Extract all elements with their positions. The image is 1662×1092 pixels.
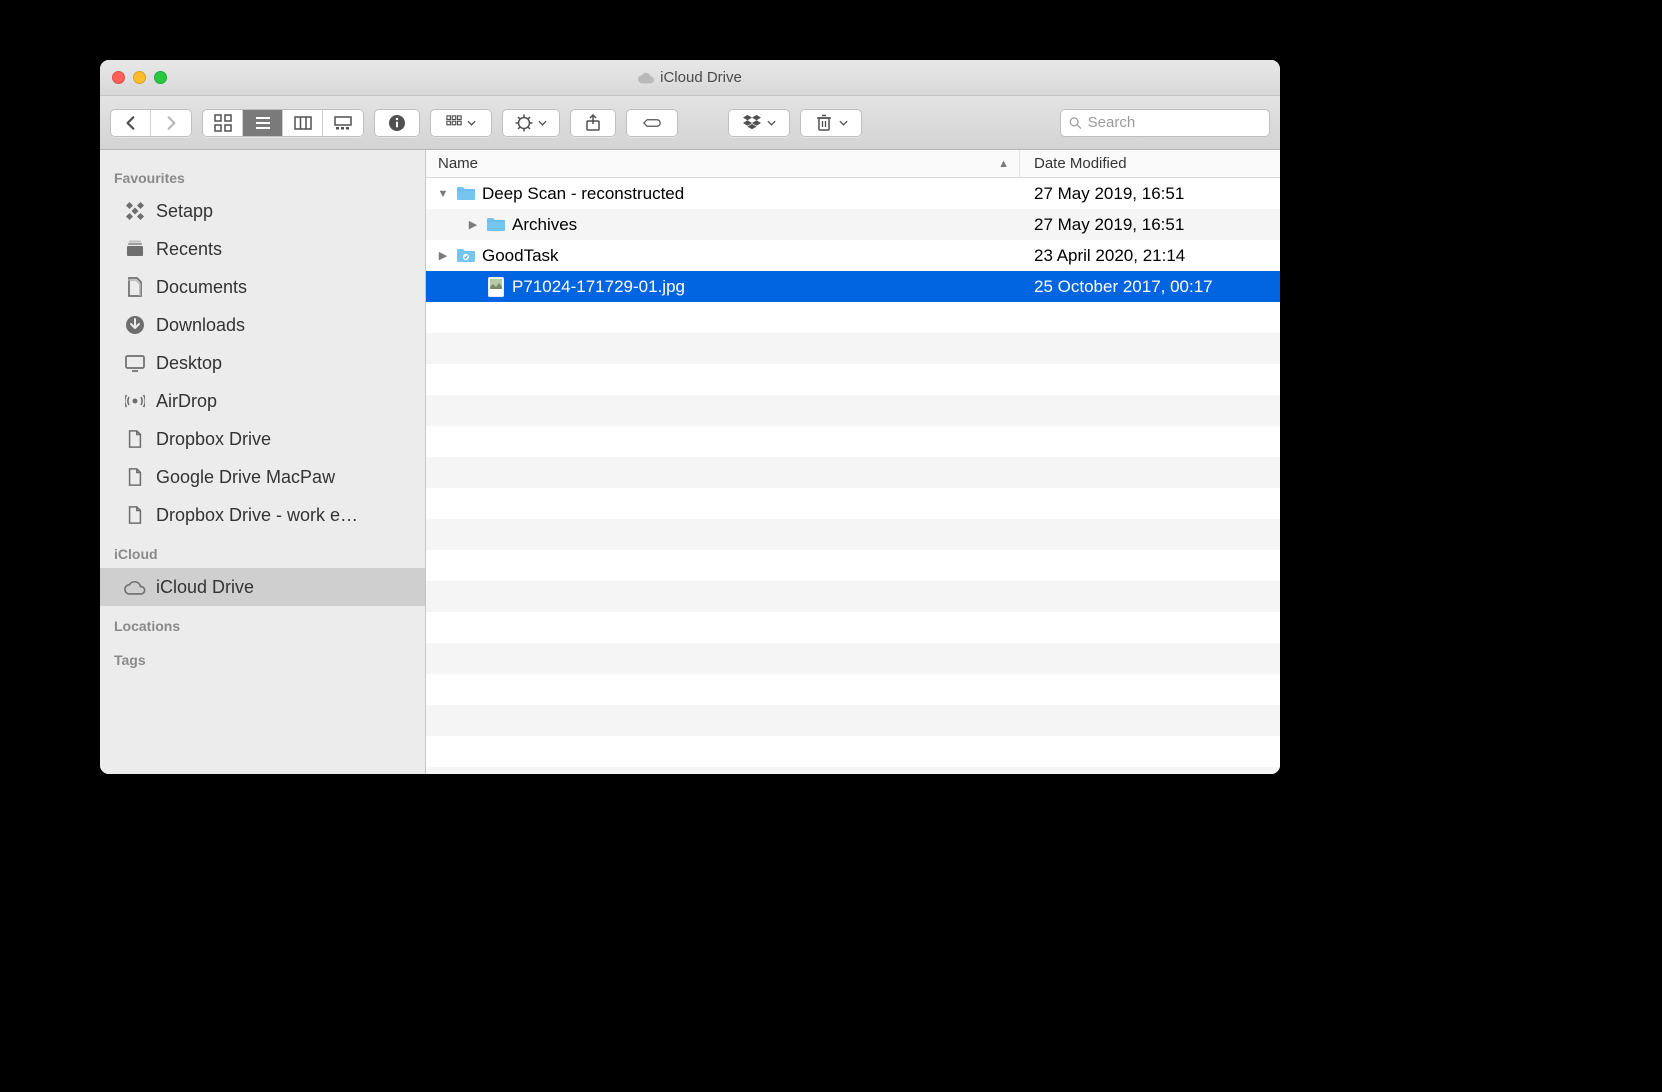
sidebar-header[interactable]: Locations <box>100 606 425 640</box>
close-button[interactable] <box>112 71 125 84</box>
minimize-button[interactable] <box>133 71 146 84</box>
chevron-down-icon <box>538 120 547 126</box>
file-date: 27 May 2019, 16:51 <box>1020 215 1280 235</box>
view-mode-buttons <box>202 109 364 137</box>
file-row[interactable]: P71024-171729-01.jpg 25 October 2017, 00:… <box>426 271 1280 302</box>
sidebar-item-dropbox-drive[interactable]: Dropbox Drive <box>100 420 425 458</box>
sidebar-item-google-drive-macpaw[interactable]: Google Drive MacPaw <box>100 458 425 496</box>
sidebar: Favourites Setapp Recents Documents Download… <box>100 150 426 774</box>
sidebar-item-dropbox-drive-work-e[interactable]: Dropbox Drive - work e… <box>100 496 425 534</box>
trash-button[interactable] <box>801 110 861 136</box>
file-date: 27 May 2019, 16:51 <box>1020 184 1280 204</box>
sidebar-item-recents[interactable]: Recents <box>100 230 425 268</box>
disclosure-triangle-icon[interactable]: ▼ <box>436 188 450 200</box>
search-field[interactable] <box>1060 109 1270 137</box>
action-button[interactable] <box>503 110 559 136</box>
list-view-button[interactable] <box>243 110 283 136</box>
tags-button[interactable] <box>627 110 677 136</box>
sidebar-item-desktop[interactable]: Desktop <box>100 344 425 382</box>
icloud-icon <box>124 576 146 598</box>
titlebar: iCloud Drive <box>100 60 1280 96</box>
file-icon <box>124 504 146 526</box>
fullscreen-button[interactable] <box>154 71 167 84</box>
sidebar-item-label: AirDrop <box>156 391 217 412</box>
airdrop-icon <box>124 390 146 412</box>
sidebar-item-label: Google Drive MacPaw <box>156 467 335 488</box>
setapp-icon <box>124 200 146 222</box>
file-row[interactable]: ▼ Deep Scan - reconstructed 27 May 2019, 1… <box>426 178 1280 209</box>
column-header-date[interactable]: Date Modified <box>1020 150 1280 177</box>
sidebar-header[interactable]: Favourites <box>100 158 425 192</box>
search-icon <box>1069 116 1082 130</box>
sidebar-item-label: Dropbox Drive <box>156 429 271 450</box>
sidebar-item-label: iCloud Drive <box>156 577 254 598</box>
sidebar-item-icloud-drive[interactable]: iCloud Drive <box>100 568 425 606</box>
window-title: iCloud Drive <box>100 69 1280 86</box>
file-list[interactable]: ▼ Deep Scan - reconstructed 27 May 2019, 1… <box>426 178 1280 774</box>
folder-icon <box>486 215 506 235</box>
toolbar <box>100 96 1280 150</box>
file-date: 25 October 2017, 00:17 <box>1020 277 1280 297</box>
desktop-icon <box>124 352 146 374</box>
documents-icon <box>124 276 146 298</box>
chevron-down-icon <box>839 120 848 126</box>
sort-indicator-icon: ▲ <box>998 158 1009 170</box>
column-header-name[interactable]: Name ▲ <box>426 150 1020 177</box>
file-list-pane: Name ▲ Date Modified ▼ Deep Scan - recons… <box>426 150 1280 774</box>
sidebar-header[interactable]: Tags <box>100 640 425 674</box>
sidebar-item-label: Setapp <box>156 201 213 222</box>
gallery-view-button[interactable] <box>323 110 363 136</box>
column-headers: Name ▲ Date Modified <box>426 150 1280 178</box>
disclosure-triangle-icon[interactable]: ▶ <box>436 249 450 262</box>
sidebar-item-label: Desktop <box>156 353 222 374</box>
info-button[interactable] <box>375 110 419 136</box>
finder-window: iCloud Drive <box>100 60 1280 774</box>
disclosure-triangle-icon[interactable]: ▶ <box>466 218 480 231</box>
share-button[interactable] <box>571 110 615 136</box>
sidebar-item-label: Dropbox Drive - work e… <box>156 505 358 526</box>
image-file-icon <box>486 277 506 297</box>
group-button[interactable] <box>431 110 491 136</box>
sidebar-item-downloads[interactable]: Downloads <box>100 306 425 344</box>
forward-button[interactable] <box>151 110 191 136</box>
sidebar-item-airdrop[interactable]: AirDrop <box>100 382 425 420</box>
folder-icon <box>456 246 476 266</box>
sidebar-item-label: Downloads <box>156 315 245 336</box>
folder-icon <box>456 184 476 204</box>
body: Favourites Setapp Recents Documents Download… <box>100 150 1280 774</box>
file-icon <box>124 466 146 488</box>
file-name: Archives <box>512 215 577 235</box>
sidebar-item-label: Recents <box>156 239 222 260</box>
sidebar-item-documents[interactable]: Documents <box>100 268 425 306</box>
downloads-icon <box>124 314 146 336</box>
recents-icon <box>124 238 146 260</box>
nav-buttons <box>110 109 192 137</box>
sidebar-header[interactable]: iCloud <box>100 534 425 568</box>
file-date: 23 April 2020, 21:14 <box>1020 246 1280 266</box>
column-view-button[interactable] <box>283 110 323 136</box>
file-icon <box>124 428 146 450</box>
trash-icon <box>815 114 833 132</box>
file-row[interactable]: ▶ GoodTask 23 April 2020, 21:14 <box>426 240 1280 271</box>
chevron-down-icon <box>767 120 776 126</box>
dropbox-button[interactable] <box>729 110 789 136</box>
file-row[interactable]: ▶ Archives 27 May 2019, 16:51 <box>426 209 1280 240</box>
dropbox-icon <box>743 114 761 132</box>
file-name: Deep Scan - reconstructed <box>482 184 684 204</box>
icloud-icon <box>638 70 654 86</box>
sidebar-item-label: Documents <box>156 277 247 298</box>
file-name: P71024-171729-01.jpg <box>512 277 685 297</box>
back-button[interactable] <box>111 110 151 136</box>
traffic-lights <box>100 71 167 84</box>
chevron-down-icon <box>467 120 476 126</box>
icon-view-button[interactable] <box>203 110 243 136</box>
search-input[interactable] <box>1088 114 1261 131</box>
sidebar-item-setapp[interactable]: Setapp <box>100 192 425 230</box>
file-name: GoodTask <box>482 246 559 266</box>
